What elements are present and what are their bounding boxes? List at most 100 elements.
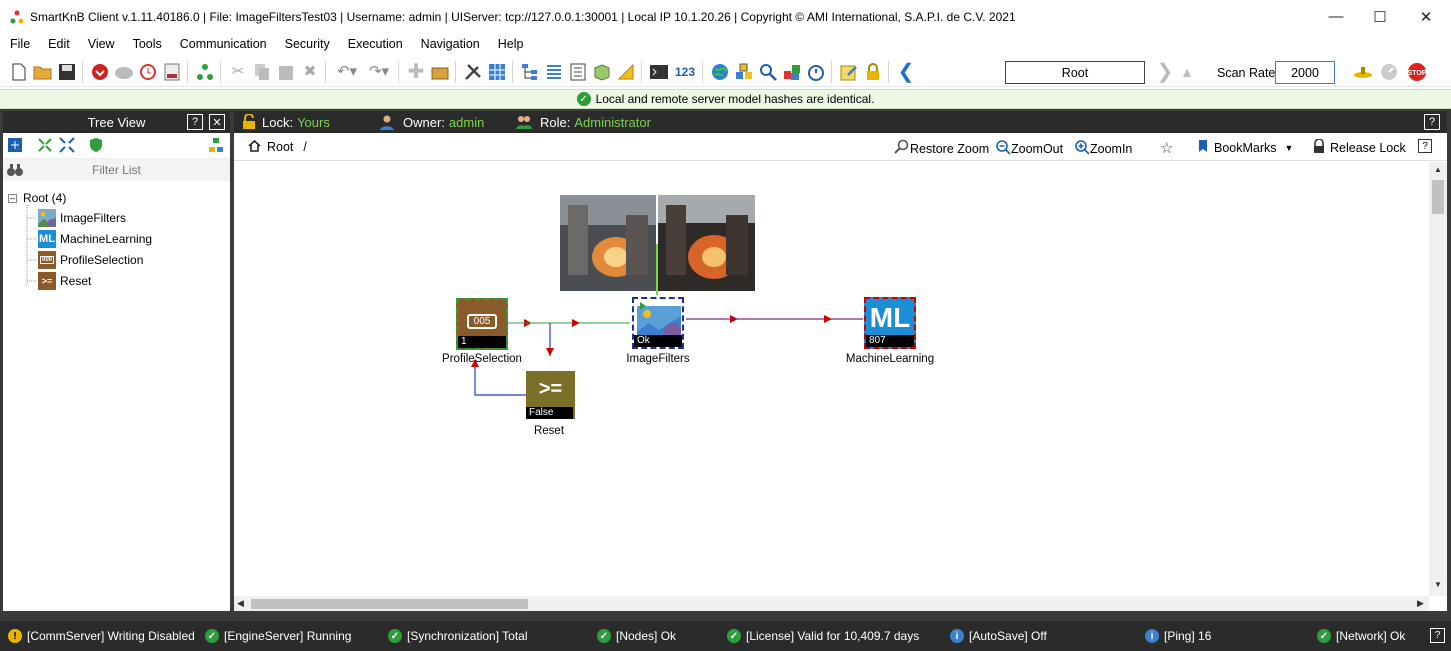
save-icon[interactable] bbox=[56, 61, 78, 83]
vertical-scrollbar[interactable]: ▲ ▼ bbox=[1429, 162, 1447, 596]
copy-icon[interactable] bbox=[251, 61, 273, 83]
menu-tools[interactable]: Tools bbox=[123, 37, 170, 51]
grid-icon[interactable] bbox=[486, 61, 508, 83]
hash-notice: ✓ Local and remote server model hashes a… bbox=[0, 89, 1451, 109]
undo-icon[interactable]: ↶▾ bbox=[332, 61, 362, 83]
tree-item-imagefilters[interactable]: ImageFilters bbox=[38, 209, 126, 227]
history-icon[interactable] bbox=[137, 61, 159, 83]
paste-icon[interactable] bbox=[275, 61, 297, 83]
lock-icon[interactable] bbox=[862, 61, 884, 83]
menu-help[interactable]: Help bbox=[488, 37, 532, 51]
help-icon[interactable]: ? bbox=[1424, 114, 1440, 130]
back-arrow-icon[interactable]: ❮ bbox=[895, 61, 917, 83]
scroll-up-icon[interactable]: ▲ bbox=[1434, 165, 1442, 174]
node-reset[interactable]: >= False bbox=[526, 371, 575, 419]
tree-structure-icon[interactable] bbox=[519, 61, 541, 83]
zoom-in-button[interactable]: ZoomIn bbox=[1074, 139, 1132, 158]
help-icon[interactable]: ? bbox=[1430, 628, 1445, 643]
zoom-icon[interactable] bbox=[757, 61, 779, 83]
diagram-panel: Lock: Yours Owner: admin Role: Administrato… bbox=[234, 111, 1447, 611]
node-imagefilters[interactable]: Ok bbox=[632, 297, 684, 349]
scroll-right-icon[interactable]: ▶ bbox=[1417, 598, 1424, 609]
ruler-icon[interactable] bbox=[615, 61, 637, 83]
menu-security[interactable]: Security bbox=[275, 37, 338, 51]
numeric-icon[interactable]: 123 bbox=[672, 61, 698, 83]
shapes-icon[interactable] bbox=[733, 61, 755, 83]
log-icon[interactable] bbox=[161, 61, 183, 83]
node-label: ImageFilters bbox=[626, 353, 690, 365]
menu-navigation[interactable]: Navigation bbox=[411, 37, 488, 51]
menu-view[interactable]: View bbox=[78, 37, 123, 51]
horizontal-scrollbar[interactable]: ◀ ▶ bbox=[234, 596, 1429, 611]
location-field[interactable]: Root bbox=[1005, 61, 1145, 84]
bookmarks-button[interactable]: BookMarks ▼ bbox=[1198, 139, 1293, 156]
zoom-out-icon bbox=[995, 139, 1011, 158]
tree-root[interactable]: – Root (4) bbox=[8, 191, 66, 205]
node-value: 1 bbox=[458, 336, 506, 348]
diagram-canvas[interactable]: 005 1 ProfileSelection Ok ImageFilters M… bbox=[234, 162, 1429, 596]
node-machinelearning[interactable]: ML 807 bbox=[864, 297, 916, 349]
help-icon[interactable]: ? bbox=[187, 114, 203, 130]
maximize-button[interactable]: ☐ bbox=[1357, 0, 1403, 33]
tree-item-reset[interactable]: >= Reset bbox=[38, 272, 91, 290]
tree-item-machinelearning[interactable]: ML MachineLearning bbox=[38, 230, 152, 248]
list-icon[interactable] bbox=[543, 61, 565, 83]
close-button[interactable]: ✕ bbox=[1403, 0, 1449, 33]
menu-edit[interactable]: Edit bbox=[38, 37, 78, 51]
redo-icon[interactable]: ↷▾ bbox=[364, 61, 394, 83]
vertical-scroll-thumb[interactable] bbox=[1432, 180, 1444, 214]
up-arrow-icon[interactable]: ▲ bbox=[1176, 61, 1198, 83]
new-file-icon[interactable] bbox=[8, 61, 30, 83]
collapse-icon[interactable] bbox=[37, 137, 53, 156]
document-icon[interactable] bbox=[567, 61, 589, 83]
cloud-upload-icon[interactable] bbox=[113, 61, 135, 83]
forward-arrow-icon[interactable]: ❯ bbox=[1154, 61, 1176, 83]
stopwatch-icon[interactable] bbox=[805, 61, 827, 83]
restore-zoom-button[interactable]: Restore Zoom bbox=[894, 139, 989, 158]
edit-note-icon[interactable] bbox=[838, 61, 860, 83]
package-icon[interactable] bbox=[591, 61, 613, 83]
terminal-icon[interactable] bbox=[648, 61, 670, 83]
breadcrumb-root[interactable]: Root bbox=[267, 140, 293, 154]
stop-icon[interactable]: STOP bbox=[1406, 61, 1428, 83]
menu-file[interactable]: File bbox=[0, 37, 38, 51]
scan-icon[interactable] bbox=[1352, 61, 1374, 83]
help-icon[interactable]: ? bbox=[1418, 139, 1432, 153]
menu-communication[interactable]: Communication bbox=[170, 37, 275, 51]
scroll-left-icon[interactable]: ◀ bbox=[237, 598, 244, 609]
gauge-icon[interactable] bbox=[1378, 61, 1400, 83]
toolbar-separator bbox=[831, 60, 832, 83]
hierarchy-icon[interactable] bbox=[194, 61, 216, 83]
toolbar-separator bbox=[512, 60, 513, 83]
image-filter-icon bbox=[637, 302, 682, 341]
horizontal-scroll-thumb[interactable] bbox=[251, 599, 528, 609]
cubes-icon[interactable] bbox=[781, 61, 803, 83]
collapse-toggle-icon[interactable]: – bbox=[8, 193, 17, 203]
menu-execution[interactable]: Execution bbox=[338, 37, 411, 51]
delete-icon[interactable]: ✖ bbox=[299, 61, 321, 83]
select-icon[interactable] bbox=[7, 137, 23, 156]
shield-icon[interactable] bbox=[89, 137, 103, 156]
tools-icon[interactable] bbox=[462, 61, 484, 83]
toolbox-icon[interactable] bbox=[429, 61, 451, 83]
cloud-download-icon[interactable] bbox=[89, 61, 111, 83]
add-icon[interactable]: ✚ bbox=[405, 61, 427, 83]
breadcrumb[interactable]: Root / bbox=[248, 139, 307, 155]
tree-item-profileselection[interactable]: 000 ProfileSelection bbox=[38, 251, 143, 269]
scroll-down-icon[interactable]: ▼ bbox=[1434, 580, 1442, 589]
toolbar-separator bbox=[455, 60, 456, 83]
cut-icon[interactable]: ✂ bbox=[227, 61, 249, 83]
open-folder-icon[interactable] bbox=[32, 61, 54, 83]
network-icon[interactable] bbox=[208, 137, 224, 156]
expand-icon[interactable] bbox=[59, 137, 75, 156]
close-panel-icon[interactable]: ✕ bbox=[209, 114, 225, 130]
lock-icon bbox=[1312, 138, 1326, 157]
scan-rate-input[interactable]: 2000 bbox=[1275, 61, 1335, 84]
zoom-out-button[interactable]: ZoomOut bbox=[995, 139, 1063, 158]
minimize-button[interactable]: — bbox=[1313, 0, 1359, 33]
release-lock-button[interactable]: Release Lock bbox=[1312, 138, 1406, 157]
star-icon[interactable]: ☆ bbox=[1160, 139, 1173, 157]
node-profileselection[interactable]: 005 1 bbox=[456, 298, 508, 350]
filter-input[interactable]: Filter List bbox=[3, 163, 230, 177]
globe-icon[interactable] bbox=[709, 61, 731, 83]
